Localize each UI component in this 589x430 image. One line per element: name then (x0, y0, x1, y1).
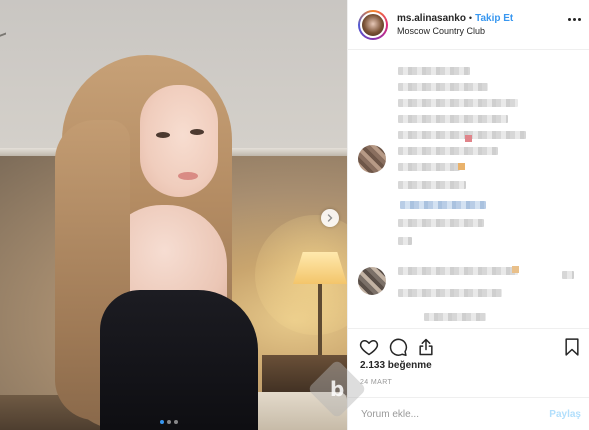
carousel-indicator (160, 420, 178, 424)
carousel-dot (167, 420, 171, 424)
bookmark-icon[interactable] (562, 337, 582, 357)
action-bar (348, 328, 589, 362)
post-header: ms.alinasanko • Takip Et Moscow Country … (348, 0, 589, 50)
watermark-glyph: b (329, 376, 345, 401)
comment-icon[interactable] (388, 337, 408, 357)
comment-avatar[interactable] (358, 267, 386, 295)
caption-blurred (398, 163, 460, 171)
emoji-blurred (512, 266, 519, 273)
username-link[interactable]: ms.alinasanko (397, 13, 466, 25)
photo-dress (100, 290, 258, 430)
comment-blurred (562, 271, 574, 279)
caption-blurred (398, 181, 466, 189)
comment-meta-blurred (398, 289, 502, 297)
caption-blurred (398, 83, 488, 91)
post-side-panel: ms.alinasanko • Takip Et Moscow Country … (347, 0, 589, 430)
avatar[interactable] (358, 9, 388, 40)
caption-meta-blurred (398, 237, 412, 245)
photo-eye-left (156, 132, 170, 138)
caption-blurred (398, 131, 526, 139)
likes-count[interactable]: 2.133 beğenme (360, 360, 432, 371)
post-comment-button[interactable]: Paylaş (549, 409, 581, 420)
comment-form: Paylaş (348, 397, 589, 430)
caption-blurred (398, 147, 498, 155)
follow-button[interactable]: Takip Et (475, 13, 513, 25)
comments-area (348, 51, 589, 327)
emoji-blurred (465, 135, 472, 142)
comment-blurred (398, 267, 518, 275)
emoji-blurred (458, 163, 465, 170)
carousel-next-button[interactable] (321, 209, 339, 227)
caption-blurred (398, 115, 508, 123)
post-date[interactable]: 24 MART (360, 379, 392, 386)
caption-meta-blurred (398, 219, 484, 227)
more-options-icon[interactable] (568, 18, 581, 21)
post-photo[interactable] (0, 0, 347, 430)
carousel-dot (160, 420, 164, 424)
hashtag-blurred[interactable] (400, 201, 486, 209)
photo-lamp-pole (318, 284, 322, 364)
caption-blurred (398, 67, 470, 75)
caption-avatar[interactable] (358, 145, 386, 173)
chevron-right-icon (327, 214, 333, 222)
photo-eye-right (190, 129, 204, 135)
comment-input[interactable] (361, 408, 531, 420)
carousel-dot (174, 420, 178, 424)
separator-dot: • (468, 13, 473, 24)
comment-meta-blurred (424, 313, 486, 321)
heart-icon[interactable] (359, 337, 379, 357)
location-link[interactable]: Moscow Country Club (397, 26, 513, 37)
photo-face (140, 85, 218, 197)
caption-blurred (398, 99, 518, 107)
photo-lips (178, 172, 198, 180)
share-icon[interactable] (416, 337, 436, 357)
